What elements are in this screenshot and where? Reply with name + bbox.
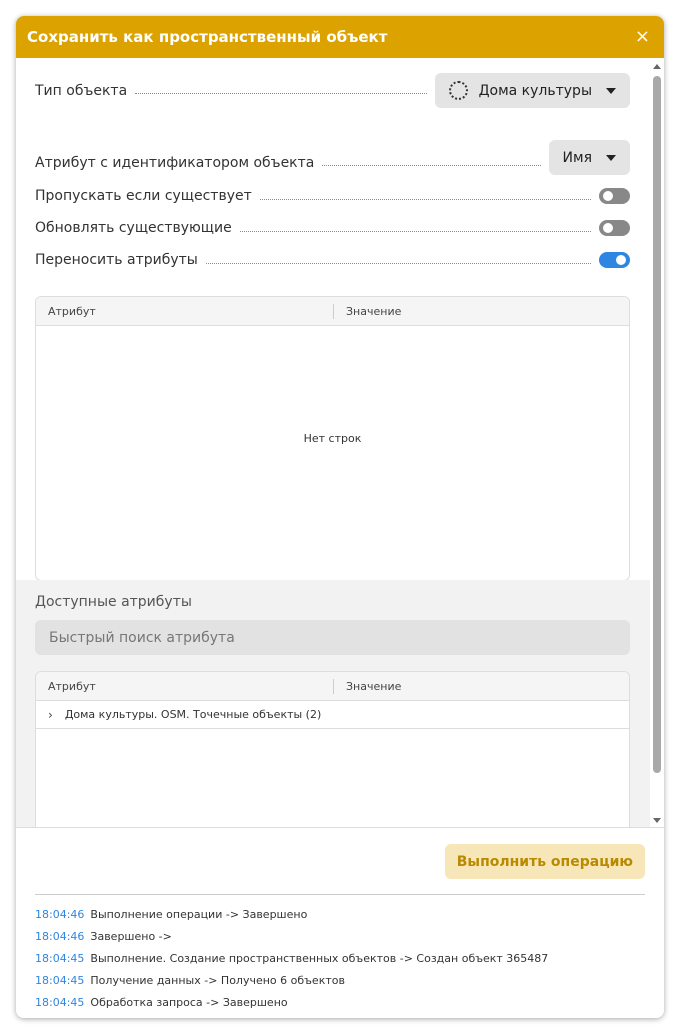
skip-existing-toggle[interactable]	[599, 188, 630, 204]
attributes-grid: Атрибут Значение Нет строк	[35, 296, 630, 581]
id-attribute-value: Имя	[562, 149, 592, 166]
tree-row-label: Дома культуры. OSM. Точечные объекты (2)	[64, 708, 322, 721]
dialog-header: Сохранить как пространственный объект ×	[16, 16, 664, 58]
column-header-attribute[interactable]: Атрибут	[36, 678, 334, 694]
log-time: 18:04:45	[35, 952, 85, 965]
object-type-label: Тип объекта	[35, 82, 128, 99]
log-entry: 18:04:45 Выполнение. Создание пространств…	[35, 949, 548, 971]
dotted-circle-icon	[448, 81, 468, 100]
id-attribute-select[interactable]: Имя	[548, 140, 630, 175]
log-divider	[35, 894, 645, 895]
log-entry: 18:04:45 Обработка запроса -> Завершено	[35, 993, 548, 1015]
vertical-scrollbar[interactable]	[650, 58, 664, 827]
leader-dots	[135, 93, 427, 94]
scrollbar-thumb[interactable]	[653, 76, 661, 773]
leader-dots	[205, 262, 591, 264]
toggle-knob	[603, 191, 613, 201]
chevron-down-icon	[606, 87, 616, 94]
column-header-value[interactable]: Значение	[334, 679, 401, 694]
grid-header: Атрибут Значение	[36, 672, 629, 701]
chevron-right-icon[interactable]: ›	[48, 708, 53, 722]
update-existing-label: Обновлять существующие	[35, 220, 232, 236]
leader-dots	[239, 230, 591, 232]
dialog-body: Тип объекта Дома культуры Атрибут с иден…	[16, 58, 664, 827]
update-existing-row: Обновлять существующие	[35, 219, 630, 237]
tree-row[interactable]: › Дома культуры. OSM. Точечные объекты (…	[36, 701, 629, 729]
leader-dots	[259, 198, 591, 200]
log-message: Завершено ->	[90, 930, 172, 943]
log-time: 18:04:46	[35, 930, 85, 943]
chevron-down-icon	[606, 154, 616, 161]
dialog-content: Тип объекта Дома культуры Атрибут с иден…	[16, 58, 650, 827]
skip-existing-row: Пропускать если существует	[35, 187, 630, 205]
id-attribute-row: Атрибут с идентификатором объекта Имя	[35, 140, 630, 175]
object-type-row: Тип объекта Дома культуры	[35, 73, 630, 108]
dialog-footer: Выполнить операцию 18:04:46 Выполнение оп…	[16, 827, 664, 1018]
dialog-title: Сохранить как пространственный объект	[27, 28, 388, 46]
grid-header: Атрибут Значение	[36, 297, 629, 326]
log-time: 18:04:45	[35, 974, 85, 987]
scroll-down-arrow-icon[interactable]	[653, 818, 661, 823]
log-message: Выполнение. Создание пространственных об…	[90, 952, 549, 965]
log-message: Получение данных -> Получено 6 объектов	[90, 974, 345, 987]
transfer-attributes-row: Переносить атрибуты	[35, 251, 630, 269]
log-entry: 18:04:46 Завершено ->	[35, 927, 548, 949]
attribute-search-input[interactable]: Быстрый поиск атрибута	[35, 620, 630, 655]
log-entry: 18:04:45 Получение данных -> Получено 6 о…	[35, 971, 548, 993]
available-attributes-grid: Атрибут Значение › Дома культуры. OSM. Т…	[35, 671, 630, 827]
available-attributes-title: Доступные атрибуты	[35, 594, 192, 610]
transfer-attributes-label: Переносить атрибуты	[35, 252, 198, 268]
save-as-spatial-object-dialog: Сохранить как пространственный объект × …	[16, 16, 664, 1018]
id-attribute-label: Атрибут с идентификатором объекта	[35, 154, 315, 171]
leader-dots	[322, 165, 541, 166]
skip-existing-label: Пропускать если существует	[35, 188, 252, 204]
run-operation-button[interactable]: Выполнить операцию	[444, 844, 645, 879]
update-existing-toggle[interactable]	[599, 220, 630, 236]
object-type-value: Дома культуры	[478, 82, 592, 99]
log-entry: 18:04:46 Выполнение операции -> Завершено	[35, 905, 548, 927]
log-message: Выполнение операции -> Завершено	[90, 908, 308, 921]
log-time: 18:04:46	[35, 908, 85, 921]
empty-grid-message: Нет строк	[303, 432, 362, 445]
toggle-knob	[616, 255, 626, 265]
available-attributes-panel: Доступные атрибуты Быстрый поиск атрибут…	[16, 580, 650, 827]
transfer-attributes-toggle[interactable]	[599, 252, 630, 268]
object-type-select[interactable]: Дома культуры	[434, 73, 630, 108]
toggle-knob	[603, 223, 613, 233]
column-header-attribute[interactable]: Атрибут	[36, 303, 334, 319]
log-time: 18:04:45	[35, 996, 85, 1009]
column-header-value[interactable]: Значение	[334, 304, 401, 319]
scroll-up-arrow-icon[interactable]	[653, 64, 661, 69]
log-message: Обработка запроса -> Завершено	[90, 996, 288, 1009]
close-icon[interactable]: ×	[635, 28, 650, 46]
operation-log: 18:04:46 Выполнение операции -> Завершено…	[35, 905, 548, 1015]
